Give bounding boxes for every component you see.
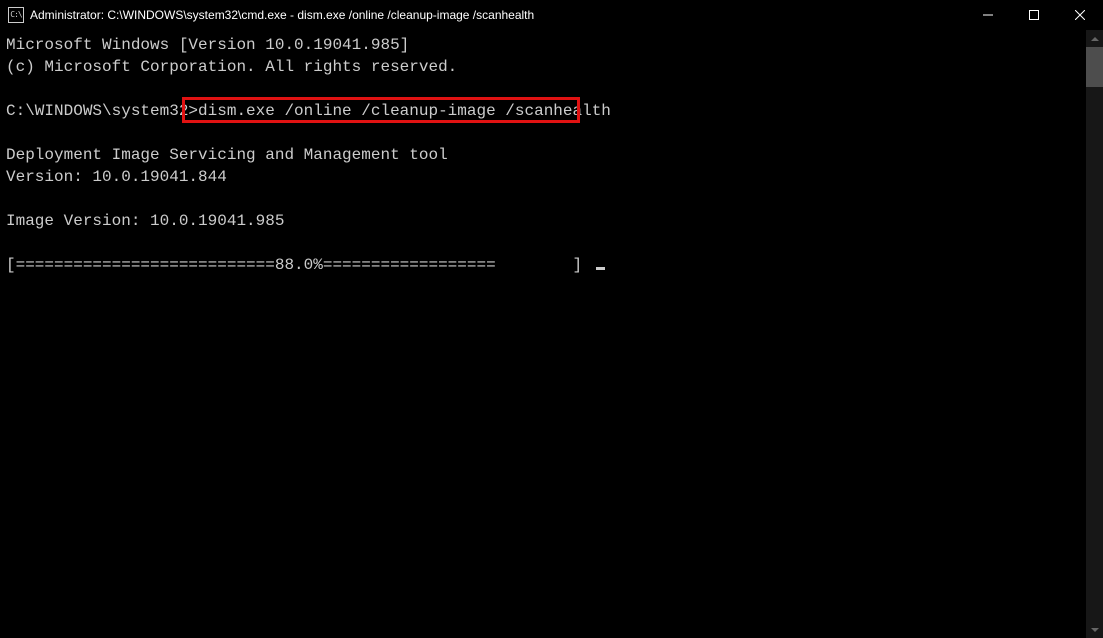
line-copyright: (c) Microsoft Corporation. All rights re…: [6, 58, 457, 76]
progress-bar-text: [===========================88.0%=======…: [6, 256, 592, 274]
scroll-up-button[interactable]: [1086, 30, 1103, 47]
terminal-output[interactable]: Microsoft Windows [Version 10.0.19041.98…: [0, 30, 1103, 638]
chevron-down-icon: [1091, 628, 1099, 632]
dism-version: Version: 10.0.19041.844: [6, 168, 227, 186]
scroll-thumb[interactable]: [1086, 47, 1103, 87]
cmd-window: C:\ Administrator: C:\WINDOWS\system32\c…: [0, 0, 1103, 638]
close-button[interactable]: [1057, 0, 1103, 30]
window-title: Administrator: C:\WINDOWS\system32\cmd.e…: [30, 8, 965, 22]
minimize-icon: [983, 10, 993, 20]
maximize-button[interactable]: [1011, 0, 1057, 30]
chevron-up-icon: [1091, 37, 1099, 41]
window-titlebar[interactable]: C:\ Administrator: C:\WINDOWS\system32\c…: [0, 0, 1103, 30]
vertical-scrollbar[interactable]: [1086, 30, 1103, 638]
entered-command: dism.exe /online /cleanup-image /scanhea…: [198, 102, 611, 120]
prompt-prefix: C:\WINDOWS\system32>: [6, 102, 198, 120]
minimize-button[interactable]: [965, 0, 1011, 30]
image-version: Image Version: 10.0.19041.985: [6, 212, 284, 230]
scroll-down-button[interactable]: [1086, 621, 1103, 638]
cmd-icon: C:\: [8, 7, 24, 23]
line-version: Microsoft Windows [Version 10.0.19041.98…: [6, 36, 409, 54]
window-controls: [965, 0, 1103, 30]
maximize-icon: [1029, 10, 1039, 20]
dism-tool-name: Deployment Image Servicing and Managemen…: [6, 146, 448, 164]
close-icon: [1075, 10, 1085, 20]
terminal-cursor: [596, 267, 605, 270]
